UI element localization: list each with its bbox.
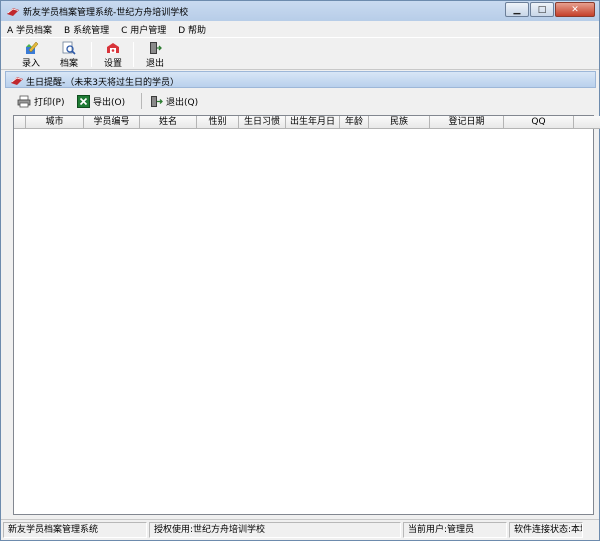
window-title: 新友学员档案管理系统-世纪方舟培训学校 [23, 8, 189, 18]
printer-icon [17, 95, 31, 107]
column-header-register-date[interactable]: 登记日期 [430, 116, 504, 129]
column-header-birthday-habit[interactable]: 生日习惯 [239, 116, 286, 129]
column-header-birthdate[interactable]: 出生年月日 [286, 116, 340, 129]
column-header-name[interactable]: 姓名 [140, 116, 197, 129]
print-label: 打印(P) [34, 97, 65, 108]
grid-header: 城市 学员编号 姓名 性别 生日习惯 出生年月日 年龄 民族 登记日期 QQ [14, 116, 600, 129]
menu-student-records[interactable]: A 学员档案 [7, 23, 52, 36]
menu-help[interactable]: D 帮助 [178, 23, 206, 36]
pencil-entry-icon [26, 41, 39, 54]
column-header-ethnicity[interactable]: 民族 [369, 116, 430, 129]
toolbar: 录入 档案 设置 退出 [1, 37, 599, 70]
app-logo-icon [7, 8, 19, 16]
close-icon: ✕ [571, 4, 579, 15]
action-separator [141, 93, 142, 109]
export-label: 导出(O) [93, 97, 126, 108]
column-header-qq[interactable]: QQ [504, 116, 574, 129]
maximize-button[interactable]: □ [530, 2, 554, 17]
status-connection: 软件连接状态:本地 [509, 522, 583, 538]
app-window: 新友学员档案管理系统-世纪方舟培训学校 ▁ □ ✕ A 学员档案 B 系统管理 … [0, 0, 600, 541]
exit-label: 退出(Q) [166, 97, 199, 108]
minimize-button[interactable]: ▁ [505, 2, 529, 17]
column-header-city[interactable]: 城市 [26, 116, 84, 129]
menu-bar: A 学员档案 B 系统管理 C 用户管理 D 帮助 [1, 21, 599, 37]
student-grid[interactable]: 城市 学员编号 姓名 性别 生日习惯 出生年月日 年龄 民族 登记日期 QQ [13, 115, 600, 515]
menu-user-management[interactable]: C 用户管理 [121, 23, 166, 36]
toolbar-records-button[interactable]: 档案 [51, 40, 87, 69]
settings-icon [107, 43, 119, 53]
exit-door-icon [151, 95, 163, 107]
minimize-icon: ▁ [513, 4, 521, 15]
toolbar-settings-button[interactable]: 设置 [95, 40, 131, 69]
export-button[interactable]: 导出(O) [77, 93, 125, 109]
print-button[interactable]: 打印(P) [17, 93, 64, 109]
action-bar: 打印(P) 导出(O) 退出(Q) [5, 89, 596, 113]
title-bar[interactable]: 新友学员档案管理系统-世纪方舟培训学校 ▁ □ ✕ [1, 1, 599, 21]
toolbar-exit-label: 退出 [145, 59, 164, 69]
exit-button[interactable]: 退出(Q) [149, 93, 198, 109]
close-button[interactable]: ✕ [555, 2, 595, 17]
status-bar: 新友学员档案管理系统 授权使用:世纪方舟培训学校 当前用户:管理员 软件连接状态… [1, 519, 599, 540]
status-license: 授权使用:世纪方舟培训学校 [149, 522, 401, 538]
birthday-reminder-header: 生日提醒-（未来3天将过生日的学员） [5, 71, 596, 88]
window-controls: ▁ □ ✕ [504, 2, 595, 17]
toolbar-separator [91, 42, 92, 67]
toolbar-entry-label: 录入 [21, 59, 40, 69]
menu-system-management[interactable]: B 系统管理 [64, 23, 109, 36]
status-current-user: 当前用户:管理员 [403, 522, 507, 538]
row-indicator-header [14, 116, 26, 129]
column-header-gender[interactable]: 性别 [197, 116, 239, 129]
exit-door-icon [150, 42, 162, 54]
toolbar-entry-button[interactable]: 录入 [13, 40, 49, 69]
status-app-name: 新友学员档案管理系统 [3, 522, 147, 538]
panel-title: 生日提醒-（未来3天将过生日的学员） [26, 78, 179, 88]
maximize-icon: □ [537, 4, 547, 15]
toolbar-separator [133, 42, 134, 67]
book-icon [11, 77, 23, 85]
column-header-age[interactable]: 年龄 [340, 116, 369, 129]
magnifier-file-icon [62, 41, 76, 55]
toolbar-exit-button[interactable]: 退出 [137, 40, 173, 69]
toolbar-settings-label: 设置 [103, 59, 122, 69]
column-header-student-id[interactable]: 学员编号 [84, 116, 140, 129]
column-header-filler [574, 116, 600, 129]
excel-export-icon [77, 94, 90, 108]
toolbar-records-label: 档案 [59, 59, 78, 69]
